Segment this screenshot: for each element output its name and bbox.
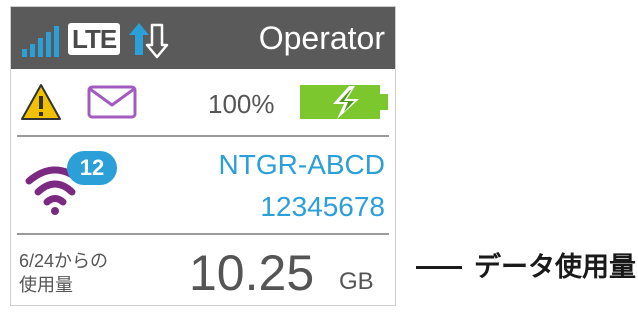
usage-label: 6/24からの 使用量 bbox=[19, 249, 108, 297]
usage-unit: GB bbox=[339, 268, 374, 295]
warning-icon[interactable] bbox=[20, 83, 62, 121]
up-down-arrows-icon bbox=[129, 23, 169, 59]
usage-label-line2: 使用量 bbox=[19, 275, 73, 295]
usage-label-line1: 6/24からの bbox=[19, 251, 109, 271]
envelope-icon[interactable] bbox=[87, 85, 137, 119]
alerts-battery-row: 100% bbox=[11, 69, 395, 135]
operator-name: Operator bbox=[258, 20, 385, 56]
hotspot-screen: LTE Operator 100% 12 NTGR-ABCD 12345678 … bbox=[10, 6, 396, 306]
wifi-ssid: NTGR-ABCD bbox=[218, 149, 385, 180]
callout-line bbox=[416, 266, 462, 269]
battery-percent: 100% bbox=[208, 89, 275, 119]
wifi-password: 12345678 bbox=[260, 191, 385, 222]
signal-bars-icon bbox=[22, 26, 59, 57]
divider bbox=[17, 135, 389, 137]
usage-value: 10.25 bbox=[189, 245, 315, 301]
callout-label: データ使用量 bbox=[474, 252, 636, 282]
network-type-label: LTE bbox=[68, 23, 121, 55]
battery-charging-icon bbox=[300, 85, 388, 119]
status-bar: LTE Operator bbox=[11, 7, 395, 69]
connected-devices-badge: 12 bbox=[67, 151, 117, 185]
wifi-row: 12 NTGR-ABCD 12345678 bbox=[11, 139, 395, 233]
data-usage-row: 6/24からの 使用量 10.25 GB bbox=[11, 235, 395, 305]
